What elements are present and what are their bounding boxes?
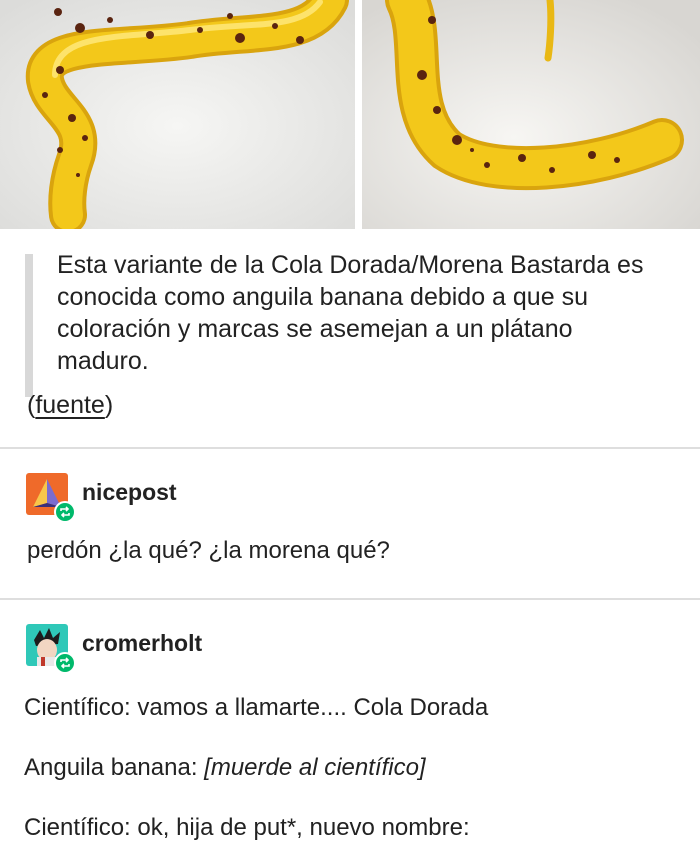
reblog-icon: [54, 501, 76, 523]
speaker: Científico:: [24, 694, 138, 721]
dialog-line: Anguila banana: [muerde al científico]: [24, 754, 426, 782]
reblog-nicepost: nicepost perdón ¿la qué? ¿la morena qué?: [0, 449, 700, 600]
reblog-icon: [54, 652, 76, 674]
username[interactable]: nicepost: [82, 479, 177, 506]
avatar[interactable]: [26, 473, 76, 523]
speaker: Anguila banana:: [24, 754, 205, 781]
source-link[interactable]: fuente: [35, 391, 105, 419]
line-text: vamos a llamarte.... Cola Dorada: [137, 694, 489, 721]
username[interactable]: cromerholt: [82, 630, 202, 657]
avatar[interactable]: [26, 624, 76, 674]
post-quote-text: Esta variante de la Cola Dorada/Morena B…: [57, 251, 644, 375]
source-close-paren: ): [104, 391, 114, 419]
banana-eel-photo-right: [362, 0, 700, 229]
photo-strip: [0, 0, 700, 229]
reblog-cromerholt: cromerholt Científico: vamos a llamarte.…: [0, 600, 700, 852]
dialog-line: Científico: vamos a llamarte.... Cola Do…: [24, 694, 488, 722]
source-line: (fuente): [27, 389, 113, 421]
blockquote-bar: [25, 254, 33, 397]
line-text: ok, hija de put*, nuevo nombre:: [137, 814, 470, 841]
dialog-line: Científico: ok, hija de put*, nuevo nomb…: [24, 814, 470, 842]
line-text: [muerde al científico]: [204, 754, 426, 781]
banana-eel-photo-left: [0, 0, 355, 229]
reblog-text: perdón ¿la qué? ¿la morena qué?: [27, 537, 390, 564]
original-post: Esta variante de la Cola Dorada/Morena B…: [0, 229, 700, 449]
speaker: Científico:: [24, 814, 138, 841]
